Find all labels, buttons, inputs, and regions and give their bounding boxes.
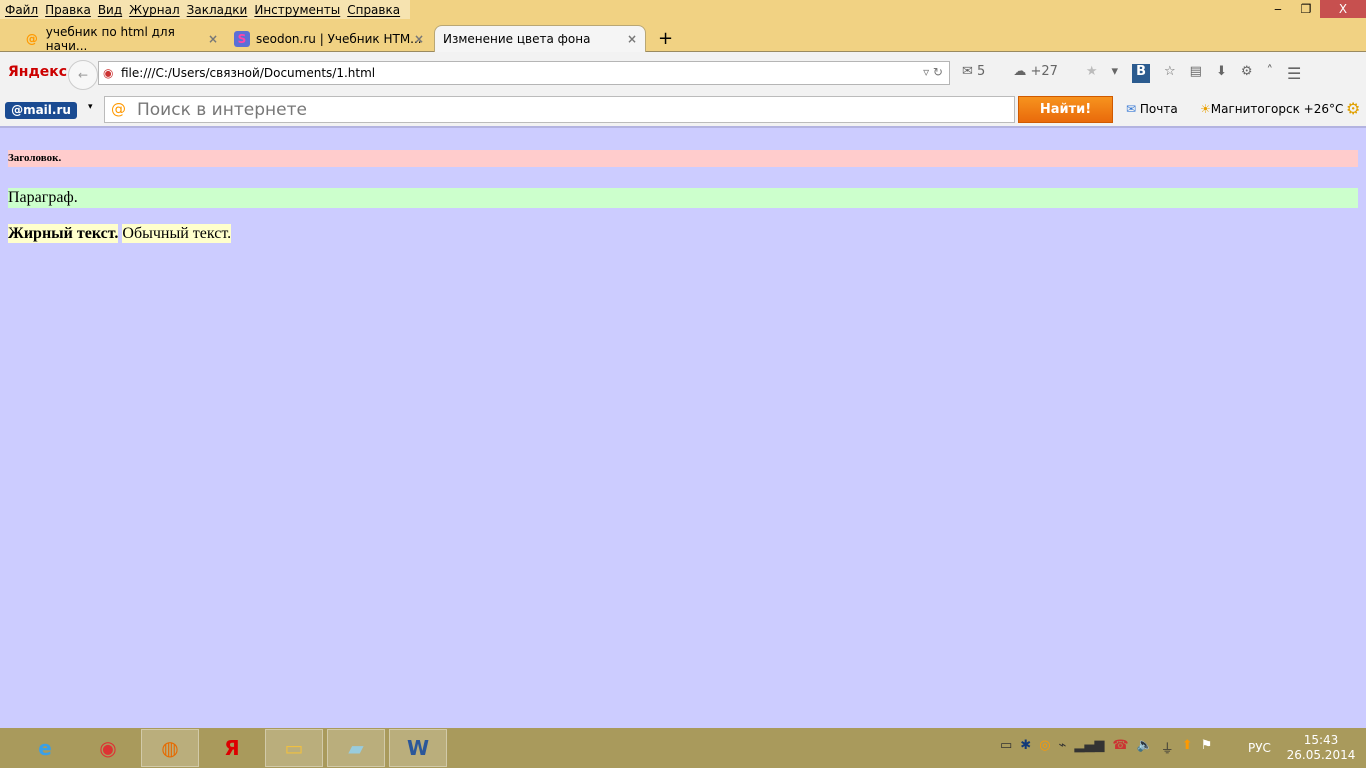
tab-seodon[interactable]: S seodon.ru | Учебник HTM... ×	[226, 25, 432, 52]
tab-html-tutorial[interactable]: @ учебник по html для начи... ×	[16, 24, 226, 53]
display-icon[interactable]: ▭	[1000, 738, 1012, 757]
navigation-bar: Яндекс ← ◉ file:///C:/Users/связной/Docu…	[0, 52, 1366, 92]
update-icon[interactable]: ⬆	[1182, 738, 1193, 757]
page-icon: ◉	[103, 66, 114, 80]
sun-icon: ☀	[1200, 102, 1211, 116]
mail-count: 5	[977, 64, 986, 79]
menu-bookmarks[interactable]: Закладки	[186, 0, 254, 19]
page-heading: Заголовок.	[8, 150, 1358, 167]
weather-icon[interactable]: ☁ +27	[1013, 64, 1072, 83]
weather-link[interactable]: ☀Магнитогорск +26°C	[1200, 102, 1343, 116]
close-tab-icon[interactable]: ×	[208, 32, 218, 46]
menu-help[interactable]: Справка	[346, 0, 406, 19]
dropdown-icon[interactable]: ▾	[88, 102, 93, 112]
search-placeholder: Поиск в интернете	[137, 100, 307, 120]
tab-label: учебник по html для начи...	[45, 24, 175, 53]
seodon-icon: S	[234, 30, 250, 47]
menu-tools[interactable]: Инструменты	[253, 0, 346, 19]
close-tab-icon[interactable]: ×	[414, 32, 424, 46]
settings-gear-icon[interactable]: ⚙	[1346, 99, 1360, 118]
clock-date: 26.05.2014	[1286, 748, 1356, 762]
url-bar[interactable]: ◉ file:///C:/Users/связной/Documents/1.h…	[98, 61, 950, 85]
bluetooth-icon[interactable]: ✱	[1020, 738, 1031, 757]
new-tab-button[interactable]: +	[650, 25, 681, 52]
tab-bar: @ учебник по html для начи... × S seodon…	[0, 22, 1366, 53]
menu-file[interactable]: Файл	[4, 0, 44, 19]
envelope-icon: ✉	[1126, 102, 1137, 116]
chrome-icon[interactable]: ◉	[79, 729, 137, 767]
chevron-up-icon[interactable]: ˄	[1267, 64, 1274, 83]
clock[interactable]: 15:43 26.05.2014	[1286, 733, 1356, 763]
power-icon[interactable]: ⌁	[1059, 738, 1067, 757]
menu-icon[interactable]: ☰	[1287, 64, 1301, 83]
dropdown-icon[interactable]: ▾	[1112, 64, 1119, 83]
mail-icon[interactable]: ✉ 5	[962, 64, 999, 83]
system-tray: ▭ ✱ ◎ ⌁ ▂▄▆ ☎ 🔈 ⏚ ⬆ ⚑	[1000, 738, 1212, 757]
page-paragraph: Параграф.	[8, 188, 1358, 208]
close-window-button[interactable]: X	[1320, 0, 1366, 18]
yandex-logo[interactable]: Яндекс	[8, 64, 67, 80]
mail-link[interactable]: ✉ Почта	[1126, 102, 1178, 116]
app-orange-icon[interactable]: ◎	[1039, 738, 1050, 757]
taskbar: e ◉ ◍ Я ▭ ▰ W ▭ ✱ ◎ ⌁ ▂▄▆ ☎ 🔈 ⏚ ⬆ ⚑ РУС …	[0, 728, 1366, 768]
restore-button[interactable]: ❐	[1292, 0, 1320, 18]
usb-icon[interactable]: ⏚	[1161, 738, 1174, 757]
back-button[interactable]: ←	[68, 60, 98, 90]
firefox-icon[interactable]: ◍	[141, 729, 199, 767]
normal-text: Обычный текст.	[122, 224, 232, 243]
yandex-browser-icon[interactable]: Я	[203, 729, 261, 767]
bookmark-star-icon[interactable]: ★	[1086, 64, 1098, 83]
menu-edit[interactable]: Правка	[44, 0, 97, 19]
tab-label: Изменение цвета фона	[443, 32, 591, 46]
mailru-logo[interactable]: @mail.ru	[5, 102, 77, 119]
download-icon[interactable]: ⬇	[1216, 64, 1227, 83]
flag-icon[interactable]: ⚑	[1201, 738, 1213, 757]
menu-bar: Файл Правка Вид Журнал Закладки Инструме…	[0, 0, 1366, 22]
phone-icon[interactable]: ☎	[1112, 738, 1128, 757]
weather-label: Магнитогорск +26°C	[1210, 102, 1344, 116]
vk-icon[interactable]: B	[1132, 64, 1150, 83]
search-input[interactable]: @ Поиск в интернете	[104, 96, 1015, 123]
page-content: Заголовок. Параграф. Жирный текст. Обычн…	[0, 128, 1366, 728]
search-icon: @	[111, 100, 126, 118]
clock-time: 15:43	[1303, 733, 1339, 747]
url-text: file:///C:/Users/связной/Documents/1.htm…	[121, 66, 376, 80]
volume-muted-icon[interactable]: 🔈	[1137, 738, 1153, 757]
find-button[interactable]: Найти!	[1018, 96, 1113, 123]
star-icon[interactable]: ☆	[1164, 64, 1176, 83]
addons-icon[interactable]: ⚙	[1241, 64, 1253, 83]
language-indicator[interactable]: РУС	[1248, 741, 1271, 755]
close-tab-icon[interactable]: ×	[627, 32, 637, 46]
mail-link-label: Почта	[1139, 102, 1178, 116]
ie-icon[interactable]: e	[16, 729, 74, 767]
tab-label: seodon.ru | Учебник HTM...	[256, 31, 422, 46]
file-explorer-icon[interactable]: ▭	[265, 729, 323, 767]
word-icon[interactable]: W	[389, 729, 447, 767]
mailru-toolbar: @mail.ru ▾ @ Поиск в интернете Найти! ✉ …	[0, 92, 1366, 128]
signal-icon[interactable]: ▂▄▆	[1074, 738, 1104, 757]
tab-active[interactable]: Изменение цвета фона ×	[434, 25, 646, 52]
notepad-icon[interactable]: ▰	[327, 729, 385, 767]
clipboard-icon[interactable]: ▤	[1190, 64, 1202, 83]
reload-icon[interactable]: ▿ ↻	[923, 65, 943, 79]
bold-text: Жирный текст.	[8, 224, 119, 243]
minimize-button[interactable]: ‒	[1264, 0, 1292, 18]
search-mail-icon: @	[25, 31, 38, 46]
menu-view[interactable]: Вид	[97, 0, 128, 19]
weather-temp: +27	[1030, 64, 1058, 79]
menu-history[interactable]: Журнал	[128, 0, 186, 19]
